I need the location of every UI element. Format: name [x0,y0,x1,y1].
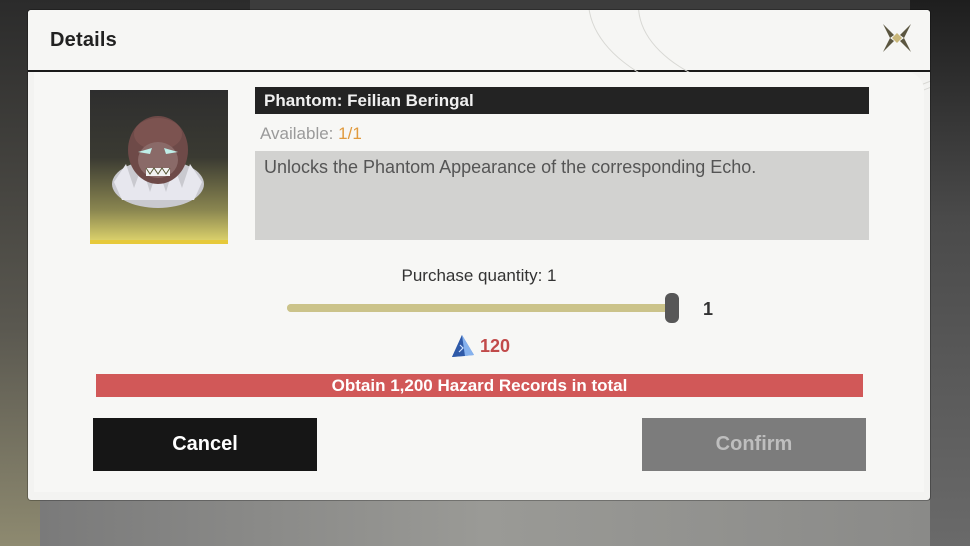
availability-value: 1/1 [338,124,362,143]
dialog-title: Details [50,29,117,51]
dialog-header: Details [28,10,930,112]
confirm-button[interactable]: Confirm [642,418,866,471]
item-name: Phantom: Feilian Beringal [255,87,869,114]
slider-thumb[interactable] [665,293,679,323]
feilian-beringal-portrait [112,116,204,208]
requirement-banner: Obtain 1,200 Hazard Records in total [96,374,863,397]
cost-value: 120 [480,336,511,356]
slider-fill [287,304,672,312]
background-bottom [40,500,930,546]
close-x-icon [883,24,911,52]
cancel-button[interactable]: Cancel [93,418,317,471]
item-description: Unlocks the Phantom Appearance of the co… [255,151,869,240]
quantity-value: 1 [703,299,714,319]
availability-text: Available: 1/1 [260,124,362,144]
close-button[interactable] [880,21,914,55]
availability-label: Available: [260,124,339,143]
cost-display: 120 [449,333,510,359]
crystal-icon [452,335,474,357]
quantity-slider[interactable] [287,293,679,323]
item-image [90,90,228,244]
purchase-quantity-label: Purchase quantity: 1 [401,266,557,285]
details-dialog: Details Phantom: Feilian Beringal Availa… [28,10,930,500]
